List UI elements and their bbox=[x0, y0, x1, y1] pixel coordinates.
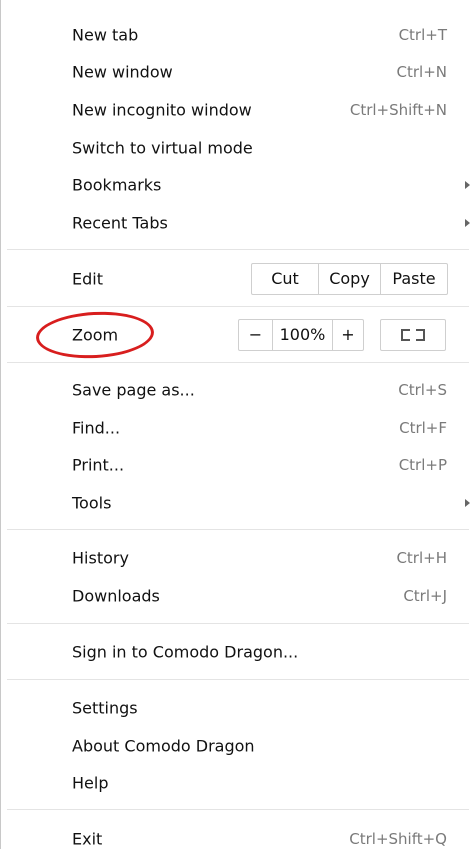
menu-item-label: Sign in to Comodo Dragon... bbox=[72, 642, 299, 661]
menu-item-sign-in[interactable]: Sign in to Comodo Dragon... bbox=[1, 633, 471, 670]
menu-item-label: Exit bbox=[72, 829, 103, 848]
menu-item-new-tab[interactable]: New tab Ctrl+T bbox=[1, 16, 471, 53]
zoom-out-button[interactable]: − bbox=[239, 320, 272, 350]
menu-item-label: Switch to virtual mode bbox=[72, 138, 253, 157]
menu-separator bbox=[7, 249, 469, 250]
menu-item-shortcut: Ctrl+N bbox=[396, 62, 447, 81]
menu-item-label: Recent Tabs bbox=[72, 213, 168, 232]
menu-item-about[interactable]: About Comodo Dragon bbox=[1, 727, 471, 764]
menu-separator bbox=[7, 623, 469, 624]
menu-item-print[interactable]: Print... Ctrl+P bbox=[1, 446, 471, 483]
menu-separator bbox=[7, 529, 469, 530]
menu-item-downloads[interactable]: Downloads Ctrl+J bbox=[1, 577, 471, 614]
copy-button[interactable]: Copy bbox=[318, 264, 380, 294]
submenu-arrow-icon bbox=[465, 218, 470, 227]
menu-item-exit[interactable]: Exit Ctrl+Shift+Q bbox=[1, 820, 471, 857]
menu-item-shortcut: Ctrl+J bbox=[403, 586, 447, 605]
zoom-controls: − 100% + bbox=[238, 319, 364, 351]
menu-item-label: New incognito window bbox=[72, 100, 252, 119]
menu-item-label: Downloads bbox=[72, 586, 160, 605]
zoom-in-button[interactable]: + bbox=[332, 320, 363, 350]
edit-label: Edit bbox=[72, 269, 103, 289]
menu-item-save-page-as[interactable]: Save page as... Ctrl+S bbox=[1, 371, 471, 408]
menu-item-label: New tab bbox=[72, 25, 139, 44]
menu-item-shortcut: Ctrl+P bbox=[398, 455, 447, 474]
menu-item-tools[interactable]: Tools bbox=[1, 484, 471, 521]
menu-separator bbox=[7, 809, 469, 810]
fullscreen-button[interactable] bbox=[380, 319, 446, 351]
menu-item-switch-to-virtual-mode[interactable]: Switch to virtual mode bbox=[1, 129, 471, 166]
menu-item-shortcut: Ctrl+H bbox=[396, 548, 447, 567]
menu-item-new-window[interactable]: New window Ctrl+N bbox=[1, 53, 471, 90]
submenu-arrow-icon bbox=[465, 498, 470, 507]
menu-item-shortcut: Ctrl+F bbox=[399, 418, 447, 437]
edit-button-group: Cut Copy Paste bbox=[251, 263, 448, 295]
menu-item-label: Help bbox=[72, 773, 109, 792]
menu-item-shortcut: Ctrl+Shift+Q bbox=[349, 829, 447, 848]
menu-item-bookmarks[interactable]: Bookmarks bbox=[1, 166, 471, 203]
menu-separator bbox=[7, 362, 469, 363]
menu-item-label: Save page as... bbox=[72, 380, 195, 399]
menu-row-edit: Edit Cut Copy Paste bbox=[1, 259, 471, 299]
menu-item-label: Find... bbox=[72, 418, 121, 437]
menu-separator bbox=[7, 679, 469, 680]
menu-item-label: About Comodo Dragon bbox=[72, 736, 255, 755]
menu-item-help[interactable]: Help bbox=[1, 764, 471, 801]
menu-item-label: Bookmarks bbox=[72, 175, 162, 194]
menu-item-settings[interactable]: Settings bbox=[1, 689, 471, 726]
menu-separator bbox=[7, 306, 469, 307]
zoom-level: 100% bbox=[272, 320, 332, 350]
menu-item-shortcut: Ctrl+S bbox=[398, 380, 447, 399]
menu-item-label: Settings bbox=[72, 698, 138, 717]
menu-item-new-incognito-window[interactable]: New incognito window Ctrl+Shift+N bbox=[1, 91, 471, 128]
menu-item-label: Tools bbox=[72, 493, 112, 512]
menu-item-history[interactable]: History Ctrl+H bbox=[1, 539, 471, 576]
menu-item-label: Print... bbox=[72, 455, 125, 474]
cut-button[interactable]: Cut bbox=[252, 264, 318, 294]
menu-item-label: History bbox=[72, 548, 129, 567]
menu-item-recent-tabs[interactable]: Recent Tabs bbox=[1, 204, 471, 241]
menu-item-label: New window bbox=[72, 62, 173, 81]
paste-button[interactable]: Paste bbox=[380, 264, 447, 294]
menu-item-shortcut: Ctrl+Shift+N bbox=[349, 100, 447, 119]
menu-item-find[interactable]: Find... Ctrl+F bbox=[1, 409, 471, 446]
submenu-arrow-icon bbox=[465, 180, 470, 189]
menu-item-shortcut: Ctrl+T bbox=[398, 25, 447, 44]
browser-main-menu: New tab Ctrl+T New window Ctrl+N New inc… bbox=[0, 0, 471, 849]
